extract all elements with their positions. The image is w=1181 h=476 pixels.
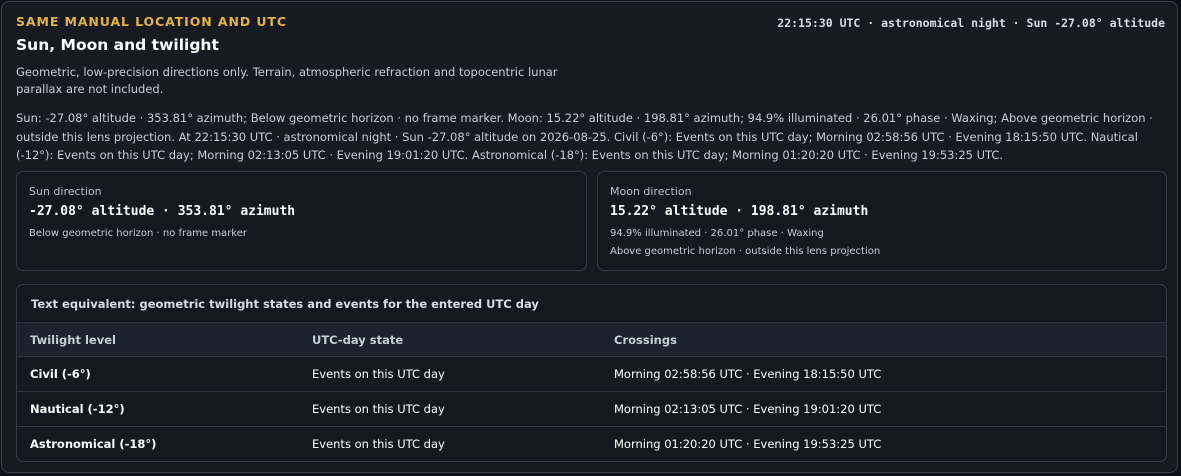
section-kicker: SAME MANUAL LOCATION AND UTC <box>16 14 287 29</box>
moon-direction-card: Moon direction 15.22° altitude · 198.81°… <box>597 171 1167 271</box>
crossings-cell: Morning 02:58:56 UTC · Evening 18:15:50 … <box>614 367 882 381</box>
table-row: Nautical (-12°) Events on this UTC day M… <box>17 391 1166 427</box>
panel-title: Sun, Moon and twilight <box>16 36 219 54</box>
table-row: Astronomical (-18°) Events on this UTC d… <box>17 426 1166 461</box>
table-header-row: Twilight level UTC-day state Crossings <box>17 322 1166 357</box>
utc-day-state-cell: Events on this UTC day <box>312 367 445 381</box>
column-header-twilight-level: Twilight level <box>30 333 116 347</box>
twilight-level-cell: Civil (-6°) <box>30 367 91 381</box>
table-caption: Text equivalent: geometric twilight stat… <box>31 297 539 311</box>
moon-direction-value: 15.22° altitude · 198.81° azimuth <box>610 204 869 219</box>
utc-day-state-cell: Events on this UTC day <box>312 402 445 416</box>
crossings-cell: Morning 01:20:20 UTC · Evening 19:53:25 … <box>614 437 882 451</box>
table-row: Civil (-6°) Events on this UTC day Morni… <box>17 356 1166 392</box>
utc-day-state-cell: Events on this UTC day <box>312 437 445 451</box>
sun-direction-label: Sun direction <box>29 185 102 198</box>
sun-horizon-detail: Below geometric horizon · no frame marke… <box>29 228 247 239</box>
twilight-table: Text equivalent: geometric twilight stat… <box>16 284 1167 462</box>
moon-horizon-detail: Above geometric horizon · outside this l… <box>610 246 881 257</box>
column-header-crossings: Crossings <box>614 333 677 347</box>
table-body: Civil (-6°) Events on this UTC day Morni… <box>17 356 1166 461</box>
sun-direction-card: Sun direction -27.08° altitude · 353.81°… <box>16 171 587 271</box>
precision-note: Geometric, low-precision directions only… <box>16 65 558 96</box>
crossings-cell: Morning 02:13:05 UTC · Evening 19:01:20 … <box>614 402 882 416</box>
sun-moon-twilight-panel: SAME MANUAL LOCATION AND UTC 22:15:30 UT… <box>1 1 1178 473</box>
summary-text: Sun: -27.08° altitude · 353.81° azimuth;… <box>16 111 1153 162</box>
twilight-level-cell: Astronomical (-18°) <box>30 437 157 451</box>
moon-direction-label: Moon direction <box>610 185 692 198</box>
twilight-level-cell: Nautical (-12°) <box>30 402 125 416</box>
column-header-utc-day-state: UTC-day state <box>312 333 404 347</box>
moon-illumination-detail: 94.9% illuminated · 26.01° phase · Waxin… <box>610 228 824 239</box>
sun-direction-value: -27.08° altitude · 353.81° azimuth <box>29 204 296 219</box>
status-readout: 22:15:30 UTC · astronomical night · Sun … <box>777 16 1165 30</box>
